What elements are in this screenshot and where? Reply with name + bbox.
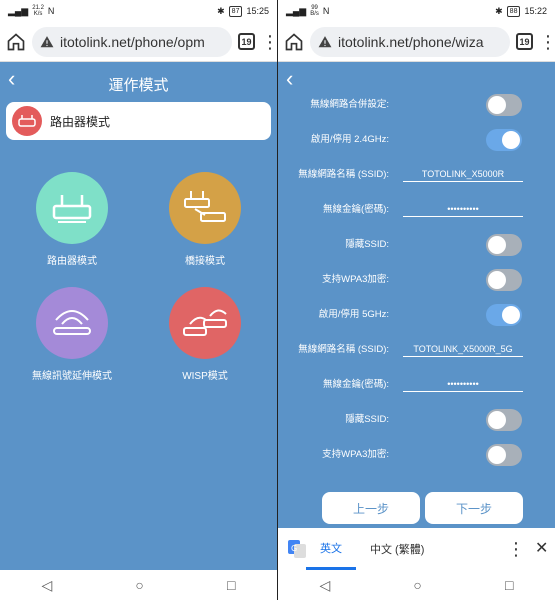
current-mode-label: 路由器模式 xyxy=(50,114,111,129)
mode-wisp[interactable]: WISP模式 xyxy=(150,287,260,382)
row-label: 啟用/停用 5GHz: xyxy=(318,309,389,320)
page-title: 運作模式 xyxy=(108,77,169,94)
next-button[interactable]: 下一步 xyxy=(425,492,523,524)
row-label: 無線金鑰(密碼): xyxy=(323,204,389,215)
operation-mode-page: ‹ 運作模式 路由器模式 路由器模式 橋接模式 無線訊號延伸模式 WISP模式 xyxy=(0,62,277,570)
row-key-24: 無線金鑰(密碼): •••••••••• xyxy=(278,195,555,225)
row-label: 無線網路合併設定: xyxy=(310,99,389,110)
mode-label: 路由器模式 xyxy=(47,256,97,267)
battery-icon: 87 xyxy=(228,5,243,17)
hide-ssid-5-toggle[interactable] xyxy=(486,409,522,431)
enable-5ghz-toggle[interactable] xyxy=(486,304,522,326)
row-label: 隱藏SSID: xyxy=(345,414,389,425)
svg-text:G: G xyxy=(291,544,297,553)
nav-recents-icon[interactable]: □ xyxy=(505,577,513,593)
row-label: 啟用/停用 2.4GHz: xyxy=(310,134,389,145)
clock: 15:22 xyxy=(524,6,547,16)
translate-tab-english[interactable]: 英文 xyxy=(306,528,356,570)
merge-toggle[interactable] xyxy=(486,94,522,116)
current-mode-card[interactable]: 路由器模式 xyxy=(6,102,271,140)
ssid-24-input[interactable]: TOTOLINK_X5000R xyxy=(403,169,523,182)
router-mode-icon xyxy=(36,172,108,244)
mode-bridge[interactable]: 橋接模式 xyxy=(150,172,260,267)
nav-recents-icon[interactable]: □ xyxy=(227,577,235,593)
signal-icon: ▂▄▆ xyxy=(286,5,307,16)
nav-back-icon[interactable]: ◁ xyxy=(320,577,331,594)
mode-label: 橋接模式 xyxy=(185,256,225,267)
bluetooth-icon: ✱ xyxy=(217,5,225,16)
warning-icon xyxy=(318,35,332,47)
row-label: 無線金鑰(密碼): xyxy=(323,379,389,390)
nav-home-icon[interactable]: ○ xyxy=(413,577,421,593)
translate-tab-chinese[interactable]: 中文 (繁體) xyxy=(356,528,438,570)
wpa3-24-toggle[interactable] xyxy=(486,269,522,291)
row-merge: 無線網路合併設定: xyxy=(278,90,555,120)
row-hide-5: 隱藏SSID: xyxy=(278,405,555,435)
row-wpa3-5: 支持WPA3加密: xyxy=(278,440,555,470)
status-bar: ▂▄▆ 21.2 K/s N ✱ 87 15:25 xyxy=(0,0,277,22)
hide-ssid-24-toggle[interactable] xyxy=(486,234,522,256)
mode-repeater[interactable]: 無線訊號延伸模式 xyxy=(17,287,127,382)
nav-back-icon[interactable]: ◁ xyxy=(42,577,53,594)
row-hide-24: 隱藏SSID: xyxy=(278,230,555,260)
wizard-page: ‹ 無線網路合併設定: 啟用/停用 2.4GHz: 無線網路名稱 (SSID):… xyxy=(278,62,555,570)
row-ssid-5: 無線網路名稱 (SSID): TOTOLINK_X5000R_5G xyxy=(278,335,555,365)
more-vert-icon[interactable]: ⋮ xyxy=(507,540,525,558)
warning-icon xyxy=(40,35,54,47)
row-ssid-24: 無線網路名稱 (SSID): TOTOLINK_X5000R xyxy=(278,160,555,190)
browser-toolbar: itotolink.net/phone/opm 19 ⋮ xyxy=(0,22,277,62)
mode-label: 無線訊號延伸模式 xyxy=(32,371,112,382)
system-nav-bar: ◁ ○ □ xyxy=(0,570,277,600)
key-5-input[interactable]: •••••••••• xyxy=(403,379,523,392)
address-bar[interactable]: itotolink.net/phone/wiza xyxy=(310,26,510,57)
home-icon[interactable] xyxy=(284,32,304,52)
battery-icon: 88 xyxy=(506,5,521,17)
wisp-mode-icon xyxy=(169,287,241,359)
clock: 15:25 xyxy=(246,6,269,16)
ssid-5-input[interactable]: TOTOLINK_X5000R_5G xyxy=(403,344,523,357)
row-label: 支持WPA3加密: xyxy=(322,274,389,285)
nfc-icon: N xyxy=(47,6,55,16)
left-screen: ▂▄▆ 21.2 K/s N ✱ 87 15:25 itotolink.net/… xyxy=(0,0,277,600)
network-speed: 99 B/s xyxy=(310,5,319,17)
row-24ghz: 啟用/停用 2.4GHz: xyxy=(278,125,555,155)
bluetooth-icon: ✱ xyxy=(495,5,503,16)
row-label: 支持WPA3加密: xyxy=(322,449,389,460)
bridge-mode-icon xyxy=(169,172,241,244)
signal-icon: ▂▄▆ xyxy=(8,5,29,16)
address-bar[interactable]: itotolink.net/phone/opm xyxy=(32,26,232,57)
prev-button[interactable]: 上一步 xyxy=(322,492,420,524)
tab-switcher-button[interactable]: 19 xyxy=(238,33,255,50)
row-label: 無線網路名稱 (SSID): xyxy=(298,344,389,355)
home-icon[interactable] xyxy=(6,32,26,52)
row-key-5: 無線金鑰(密碼): •••••••••• xyxy=(278,370,555,400)
status-bar: ▂▄▆ 99 B/s N ✱ 88 15:22 xyxy=(278,0,555,22)
mode-label: WISP模式 xyxy=(182,371,228,382)
close-icon[interactable]: ✕ xyxy=(535,540,548,558)
more-vert-icon[interactable]: ⋮ xyxy=(261,33,277,51)
url-text: itotolink.net/phone/opm xyxy=(60,33,205,50)
mode-router[interactable]: 路由器模式 xyxy=(17,172,127,267)
more-vert-icon[interactable]: ⋮ xyxy=(539,33,555,51)
url-text: itotolink.net/phone/wiza xyxy=(338,33,484,50)
right-screen: ▂▄▆ 99 B/s N ✱ 88 15:22 itotolink.net/ph… xyxy=(278,0,555,600)
tab-switcher-button[interactable]: 19 xyxy=(516,33,533,50)
repeater-mode-icon xyxy=(36,287,108,359)
wpa3-5-toggle[interactable] xyxy=(486,444,522,466)
browser-toolbar: itotolink.net/phone/wiza 19 ⋮ xyxy=(278,22,555,62)
key-24-input[interactable]: •••••••••• xyxy=(403,204,523,217)
nav-home-icon[interactable]: ○ xyxy=(135,577,143,593)
router-icon xyxy=(12,106,42,136)
row-label: 隱藏SSID: xyxy=(345,239,389,250)
translate-bar: G 英文 中文 (繁體) ⋮ ✕ xyxy=(278,528,555,570)
row-5ghz: 啟用/停用 5GHz: xyxy=(278,300,555,330)
nfc-icon: N xyxy=(322,6,330,16)
network-speed: 21.2 K/s xyxy=(32,5,44,17)
system-nav-bar: ◁ ○ □ xyxy=(278,570,555,600)
google-translate-icon: G xyxy=(288,540,306,558)
back-icon[interactable]: ‹ xyxy=(286,68,293,90)
row-wpa3-24: 支持WPA3加密: xyxy=(278,265,555,295)
enable-24ghz-toggle[interactable] xyxy=(486,129,522,151)
row-label: 無線網路名稱 (SSID): xyxy=(298,169,389,180)
